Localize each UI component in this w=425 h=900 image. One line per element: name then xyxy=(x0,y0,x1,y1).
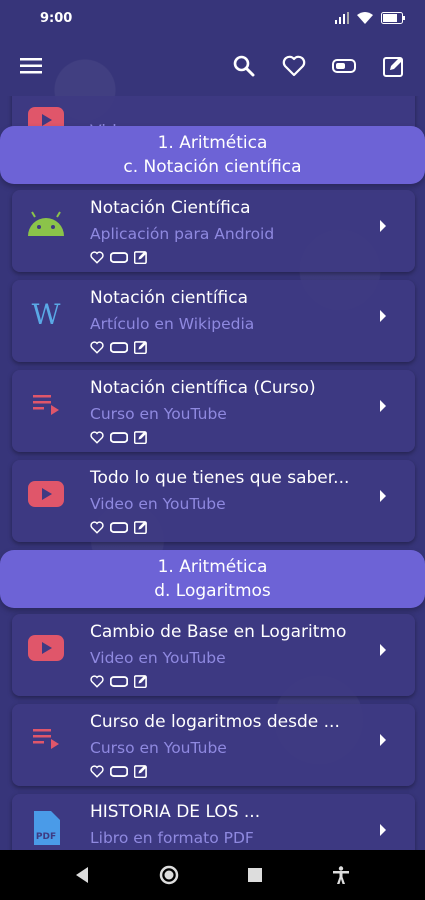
heart-icon[interactable] xyxy=(281,53,307,79)
item-subtitle: Aplicación para Android xyxy=(90,225,275,243)
youtube-icon xyxy=(26,628,66,668)
section-line1: 1. Aritmética xyxy=(157,133,268,153)
status-bar: 9:00 xyxy=(0,0,425,36)
item-title: Notación científica (Curso) xyxy=(90,378,316,398)
home-icon[interactable] xyxy=(159,865,179,885)
item-actions xyxy=(90,250,148,264)
toggle-icon[interactable] xyxy=(110,251,128,263)
toggle-icon[interactable] xyxy=(110,431,128,443)
app-bar xyxy=(0,36,425,96)
youtube-icon xyxy=(26,474,66,514)
back-icon[interactable] xyxy=(75,867,89,883)
svg-text:PDF: PDF xyxy=(36,832,56,842)
section-line2: d. Logaritmos xyxy=(154,581,271,601)
playlist-icon xyxy=(26,718,66,758)
section-line1: 1. Aritmética xyxy=(157,557,268,577)
chevron-right-icon xyxy=(380,310,386,322)
chevron-right-icon xyxy=(380,734,386,746)
recents-icon[interactable] xyxy=(248,868,263,882)
section-header: 1. Aritmética d. Logaritmos xyxy=(0,550,425,608)
favorite-icon[interactable] xyxy=(90,430,104,444)
item-subtitle: Libro en formato PDF xyxy=(90,829,254,847)
favorite-icon[interactable] xyxy=(90,520,104,534)
content-list: Video en 1. Aritmética c. Notación cient… xyxy=(0,96,425,850)
wifi-icon xyxy=(357,12,373,24)
item-actions xyxy=(90,674,148,688)
item-title: Notación Científica xyxy=(90,198,251,218)
section-header: 1. Aritmética c. Notación científica xyxy=(0,126,425,184)
toggle-icon[interactable] xyxy=(110,765,128,777)
item-actions xyxy=(90,430,148,444)
wikipedia-icon: W xyxy=(26,294,66,334)
edit-icon[interactable] xyxy=(134,764,148,778)
search-icon[interactable] xyxy=(231,53,257,79)
item-subtitle: Curso en YouTube xyxy=(90,405,227,423)
list-item[interactable]: Notación Científica Aplicación para Andr… xyxy=(12,190,415,272)
status-icons xyxy=(335,12,405,24)
item-actions xyxy=(90,764,148,778)
toggle-icon[interactable] xyxy=(110,521,128,533)
item-actions xyxy=(90,340,148,354)
chevron-right-icon xyxy=(380,220,386,232)
item-title: Notación científica xyxy=(90,288,249,308)
battery-toggle-icon[interactable] xyxy=(331,53,357,79)
edit-icon[interactable] xyxy=(134,430,148,444)
toggle-icon[interactable] xyxy=(110,675,128,687)
edit-icon[interactable] xyxy=(134,674,148,688)
list-item[interactable]: Curso de logaritmos desde ... Curso en Y… xyxy=(12,704,415,786)
svg-text:W: W xyxy=(32,300,61,328)
edit-icon[interactable] xyxy=(381,53,407,79)
list-item[interactable]: Cambio de Base en Logaritmo Video en You… xyxy=(12,614,415,696)
menu-icon[interactable] xyxy=(18,53,44,79)
accessibility-icon[interactable] xyxy=(332,866,350,884)
list-item[interactable]: W Notación científica Artículo en Wikipe… xyxy=(12,280,415,362)
chevron-right-icon xyxy=(380,644,386,656)
item-title: HISTORIA DE LOS ... xyxy=(90,802,261,822)
list-item[interactable]: PDF HISTORIA DE LOS ... Libro en formato… xyxy=(12,794,415,850)
item-actions xyxy=(90,520,148,534)
item-subtitle: Video en YouTube xyxy=(90,495,226,513)
edit-icon[interactable] xyxy=(134,520,148,534)
status-time: 9:00 xyxy=(40,10,73,26)
chevron-right-icon xyxy=(380,400,386,412)
favorite-icon[interactable] xyxy=(90,674,104,688)
item-subtitle: Curso en YouTube xyxy=(90,739,227,757)
chevron-right-icon xyxy=(380,490,386,502)
chevron-right-icon xyxy=(380,824,386,836)
pdf-icon: PDF xyxy=(26,808,66,848)
section-line2: c. Notación científica xyxy=(123,157,302,177)
playlist-icon xyxy=(26,384,66,424)
android-icon xyxy=(26,204,66,244)
system-nav-bar xyxy=(0,850,425,900)
battery-icon xyxy=(381,12,405,24)
toggle-icon[interactable] xyxy=(110,341,128,353)
item-title: Curso de logaritmos desde ... xyxy=(90,712,340,732)
favorite-icon[interactable] xyxy=(90,764,104,778)
list-item[interactable]: Todo lo que tienes que saber... Video en… xyxy=(12,460,415,542)
item-subtitle: Artículo en Wikipedia xyxy=(90,315,255,333)
item-title: Cambio de Base en Logaritmo xyxy=(90,622,347,642)
item-subtitle: Video en YouTube xyxy=(90,649,226,667)
favorite-icon[interactable] xyxy=(90,340,104,354)
list-item[interactable]: Notación científica (Curso) Curso en You… xyxy=(12,370,415,452)
item-title: Todo lo que tienes que saber... xyxy=(90,468,350,488)
favorite-icon[interactable] xyxy=(90,250,104,264)
signal-icon xyxy=(335,12,349,24)
edit-icon[interactable] xyxy=(134,250,148,264)
edit-icon[interactable] xyxy=(134,340,148,354)
